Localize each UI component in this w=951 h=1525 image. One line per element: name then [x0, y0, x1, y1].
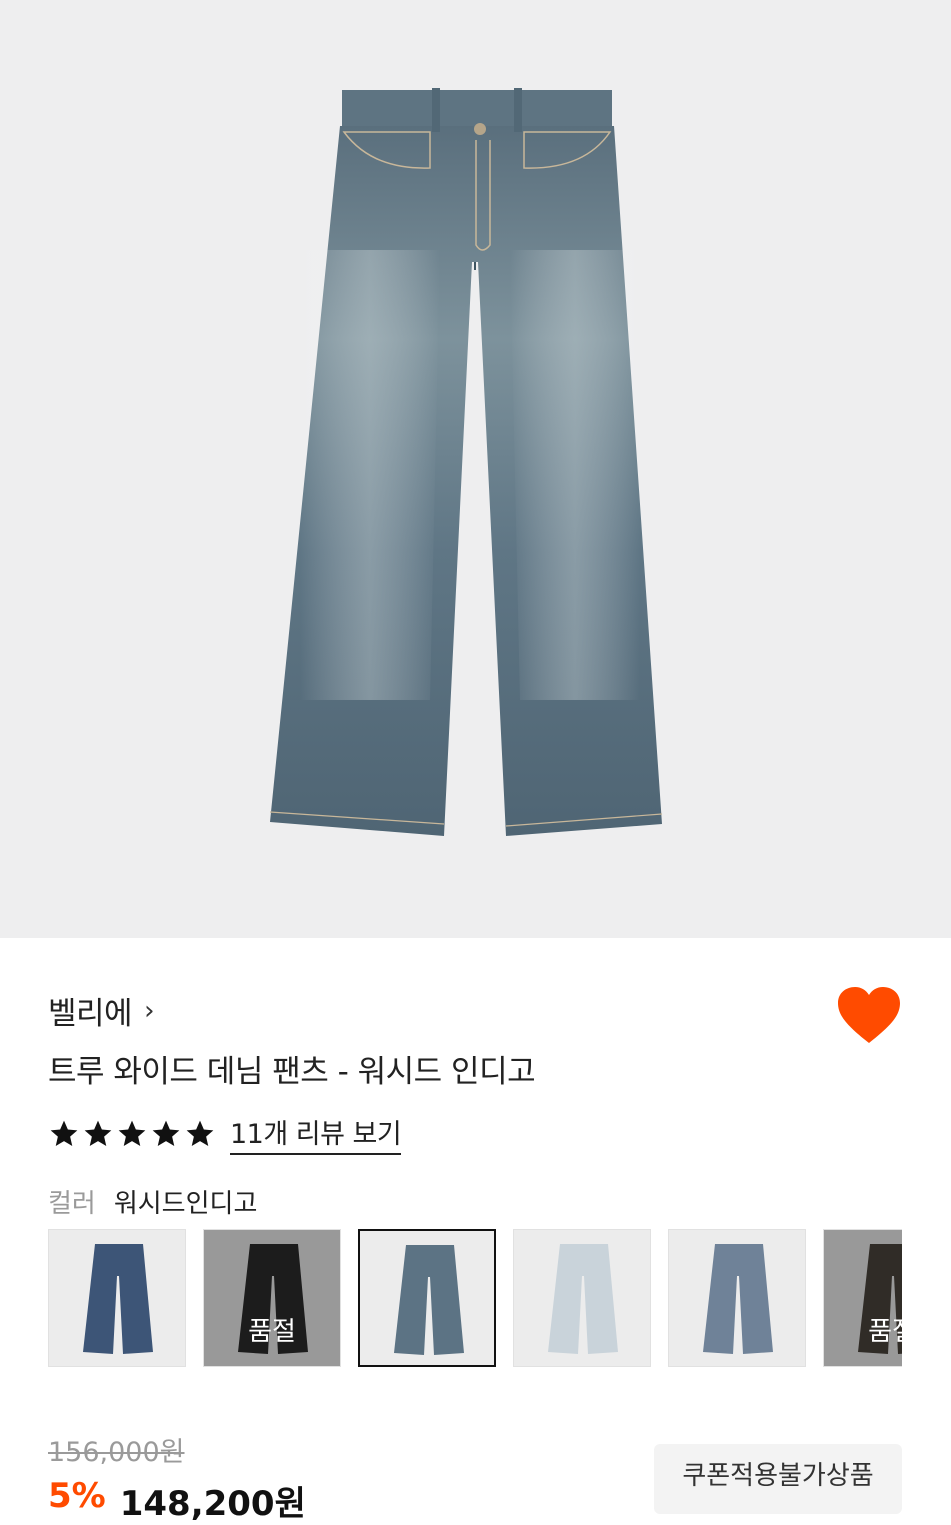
star-icon — [152, 1120, 180, 1146]
star-icon — [118, 1120, 146, 1146]
star-icon — [50, 1120, 78, 1146]
heart-icon — [838, 987, 900, 1043]
review-link[interactable]: 11개 리뷰 보기 — [230, 1112, 402, 1155]
swatch-jeans-image — [394, 1245, 464, 1355]
product-image — [0, 0, 951, 938]
coupon-badge: 쿠폰적용불가상품 — [654, 1444, 902, 1514]
soldout-label: 품절 — [868, 1317, 902, 1347]
jeans-illustration — [269, 88, 663, 836]
color-label: 컬러 — [48, 1189, 96, 1219]
soldout-label: 품절 — [248, 1317, 296, 1347]
color-swatch[interactable] — [48, 1229, 186, 1367]
star-rating — [48, 1118, 216, 1150]
chevron-right-icon: › — [144, 995, 154, 1026]
rating-row: 11개 리뷰 보기 — [48, 1112, 402, 1155]
color-swatch[interactable] — [668, 1229, 806, 1367]
color-swatch[interactable] — [358, 1229, 496, 1367]
color-swatch[interactable]: 품절 — [203, 1229, 341, 1367]
swatch-jeans-image — [83, 1244, 153, 1354]
color-swatch-list: 품절 품절 — [48, 1229, 902, 1369]
brand-link[interactable]: 벨리에 › — [48, 988, 154, 1033]
swatch-jeans-image — [703, 1244, 773, 1354]
discount-rate: 5% — [48, 1476, 106, 1516]
color-swatch[interactable] — [513, 1229, 651, 1367]
color-value: 워시드인디고 — [113, 1189, 258, 1219]
product-title: 트루 와이드 데님 팬츠 - 워시드 인디고 — [48, 1054, 536, 1090]
original-price: 156,000원 — [48, 1437, 185, 1468]
star-icon — [186, 1120, 214, 1146]
star-icon — [84, 1120, 112, 1146]
final-price: 148,200원 — [119, 1484, 306, 1524]
color-swatch[interactable]: 품절 — [823, 1229, 902, 1367]
swatch-jeans-image — [548, 1244, 618, 1354]
price-row: 5% 148,200원 — [48, 1476, 306, 1525]
wishlist-heart-button[interactable] — [836, 985, 902, 1047]
color-row: 컬러 워시드인디고 — [48, 1183, 257, 1220]
brand-name: 벨리에 — [48, 996, 133, 1032]
